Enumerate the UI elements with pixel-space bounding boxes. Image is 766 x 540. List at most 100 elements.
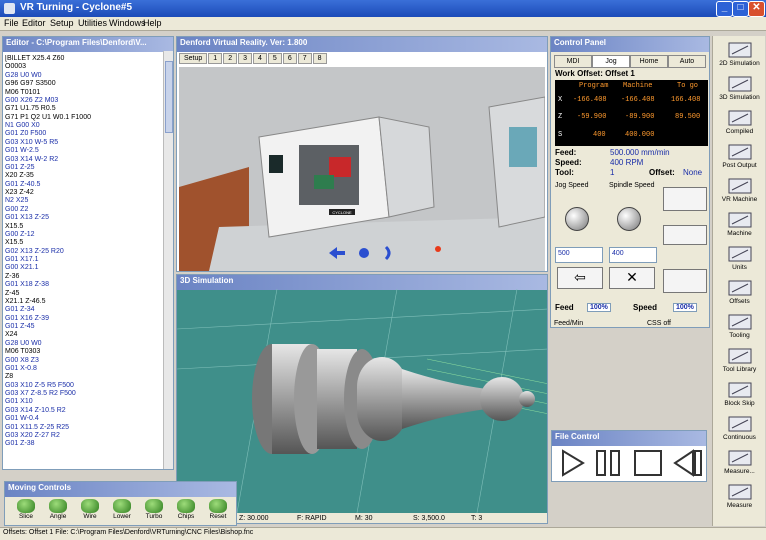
- menu-setup[interactable]: Setup: [50, 18, 74, 28]
- tab-auto[interactable]: Auto: [668, 55, 706, 68]
- vr-tab-6[interactable]: 6: [282, 53, 297, 64]
- gcode-line[interactable]: G01 Z0 F500: [5, 130, 163, 138]
- gcode-line[interactable]: G03 X14 W-2 R2: [5, 156, 163, 164]
- gcode-line[interactable]: X21.1 Z-46.5: [5, 298, 163, 306]
- gcode-line[interactable]: X15.5: [5, 223, 163, 231]
- gcode-line[interactable]: G71 P1 Q2 U1 W0.1 F1000: [5, 114, 163, 122]
- menu-editor[interactable]: Editor: [22, 18, 46, 28]
- gcode-line[interactable]: G01 X-0.8: [5, 365, 163, 373]
- gcode-line[interactable]: G02 X13 Z-25 R20: [5, 248, 163, 256]
- scroll-thumb[interactable]: [165, 61, 173, 133]
- gcode-line[interactable]: G01 Z-45: [5, 323, 163, 331]
- vr-tab-5[interactable]: 5: [267, 53, 282, 64]
- vr-tab-8[interactable]: 8: [312, 53, 327, 64]
- gcode-line[interactable]: X23 Z-42: [5, 189, 163, 197]
- menu-utilities[interactable]: Utilities: [78, 18, 107, 28]
- toolbar-2d-simulation-button[interactable]: 2D Simulation: [715, 40, 764, 67]
- tab-home[interactable]: Home: [630, 55, 668, 68]
- gcode-line[interactable]: G03 X14 Z-10.5 R2: [5, 407, 163, 415]
- speed-override-value[interactable]: 100%: [673, 303, 697, 312]
- gcode-line[interactable]: O0003: [5, 63, 163, 71]
- tab-mdi[interactable]: MDI: [554, 55, 592, 68]
- moving-angle-button[interactable]: Angle: [43, 499, 73, 520]
- gcode-line[interactable]: G71 U1.75 R0.5: [5, 105, 163, 113]
- jog-increment-button[interactable]: [663, 187, 707, 211]
- gcode-line[interactable]: G01 Z-25: [5, 164, 163, 172]
- moving-lower-button[interactable]: Lower: [107, 499, 137, 520]
- gcode-line[interactable]: Z-45: [5, 290, 163, 298]
- menu-file[interactable]: File: [4, 18, 19, 28]
- coolant-button[interactable]: [663, 269, 707, 293]
- gcode-line[interactable]: X24: [5, 331, 163, 339]
- gcode-line[interactable]: [BILLET X25.4 Z60: [5, 55, 163, 63]
- vr-tab-4[interactable]: 4: [253, 53, 267, 64]
- gcode-line[interactable]: G01 X16 Z-39: [5, 315, 163, 323]
- toolbar-measure-button[interactable]: Measure: [715, 482, 764, 509]
- jog-left-arrow-icon[interactable]: ⇦: [557, 267, 603, 289]
- gcode-line[interactable]: X20 Z-35: [5, 172, 163, 180]
- vr-viewport[interactable]: CYCLONE: [179, 67, 545, 271]
- gcode-line[interactable]: G96 G97 S3500: [5, 80, 163, 88]
- minimize-button[interactable]: _: [716, 1, 733, 17]
- gcode-line[interactable]: G00 X8 Z3: [5, 357, 163, 365]
- spindle-onoff-button[interactable]: [663, 225, 707, 245]
- toolbar-vr-machine-button[interactable]: VR Machine: [715, 176, 764, 203]
- gcode-line[interactable]: G01 X18 Z-38: [5, 281, 163, 289]
- sim-viewport[interactable]: [177, 289, 548, 513]
- gcode-line[interactable]: X15.5: [5, 239, 163, 247]
- moving-wire-button[interactable]: Wire: [75, 499, 105, 520]
- stop-icon[interactable]: [634, 450, 662, 476]
- gcode-listing[interactable]: [BILLET X25.4 Z60 O0003 G28 U0 W0 G96 G97 S…: [5, 55, 163, 449]
- toolbar-offsets-button[interactable]: Offsets: [715, 278, 764, 305]
- cancel-x-icon[interactable]: ✕: [609, 267, 655, 289]
- toolbar-post-output-button[interactable]: Post Output: [715, 142, 764, 169]
- gcode-line[interactable]: G01 X10: [5, 398, 163, 406]
- gcode-line[interactable]: G28 U0 W0: [5, 340, 163, 348]
- tab-jog[interactable]: Jog: [592, 55, 630, 68]
- spindle-speed-dial-icon[interactable]: [617, 207, 641, 231]
- toolbar-block-skip-button[interactable]: Block Skip: [715, 380, 764, 407]
- gcode-line[interactable]: G01 X11.5 Z-25 R25: [5, 424, 163, 432]
- gcode-line[interactable]: M06 T0101: [5, 89, 163, 97]
- gcode-line[interactable]: N1 G00 X0: [5, 122, 163, 130]
- rewind-icon[interactable]: [673, 449, 694, 477]
- gcode-line[interactable]: N2 X25: [5, 197, 163, 205]
- gcode-line[interactable]: G01 X13 Z-25: [5, 214, 163, 222]
- toolbar-units-button[interactable]: Units: [715, 244, 764, 271]
- gcode-line[interactable]: Z8: [5, 373, 163, 381]
- gcode-line[interactable]: Z-36: [5, 273, 163, 281]
- toolbar-continuous-button[interactable]: Continuous: [715, 414, 764, 441]
- gcode-line[interactable]: G01 X17.1: [5, 256, 163, 264]
- vr-tab-setup[interactable]: Setup: [179, 53, 208, 64]
- menu-windows[interactable]: Windows: [109, 18, 146, 28]
- gcode-line[interactable]: G28 U0 W0: [5, 72, 163, 80]
- vr-tab-7[interactable]: 7: [297, 53, 312, 64]
- maximize-button[interactable]: □: [732, 1, 749, 17]
- gcode-line[interactable]: G00 Z-12: [5, 231, 163, 239]
- menu-help[interactable]: Help: [143, 18, 162, 28]
- gcode-line[interactable]: G03 X20 Z-27 R2: [5, 432, 163, 440]
- moving-turbo-button[interactable]: Turbo: [139, 499, 169, 520]
- gcode-line[interactable]: G01 W-2.5: [5, 147, 163, 155]
- jog-speed-dial-icon[interactable]: [565, 207, 589, 231]
- vr-tab-2[interactable]: 2: [223, 53, 238, 64]
- toolbar-tooling-button[interactable]: Tooling: [715, 312, 764, 339]
- gcode-line[interactable]: M06 T0303: [5, 348, 163, 356]
- gcode-line[interactable]: G01 Z-40.5: [5, 181, 163, 189]
- toolbar-measure-button[interactable]: Measure...: [715, 448, 764, 475]
- gcode-line[interactable]: G03 X10 Z-5 R5 F500: [5, 382, 163, 390]
- gcode-line[interactable]: G03 X7 Z-8.5 R2 F500: [5, 390, 163, 398]
- toolbar-tool-library-button[interactable]: Tool Library: [715, 346, 764, 373]
- close-button[interactable]: ✕: [748, 1, 765, 17]
- moving-chips-button[interactable]: Chips: [171, 499, 201, 520]
- moving-slice-button[interactable]: Slice: [11, 499, 41, 520]
- spindle-speed-input[interactable]: 400: [609, 247, 657, 263]
- gcode-line[interactable]: G00 X26 Z2 M03: [5, 97, 163, 105]
- gcode-line[interactable]: G00 X21.1: [5, 264, 163, 272]
- gcode-line[interactable]: G01 Z-38: [5, 440, 163, 448]
- toolbar-machine-button[interactable]: Machine: [715, 210, 764, 237]
- gcode-line[interactable]: G03 X10 W-5 R5: [5, 139, 163, 147]
- play-icon[interactable]: [562, 449, 585, 477]
- gcode-line[interactable]: G01 W-0.4: [5, 415, 163, 423]
- gcode-line[interactable]: G00 Z2: [5, 206, 163, 214]
